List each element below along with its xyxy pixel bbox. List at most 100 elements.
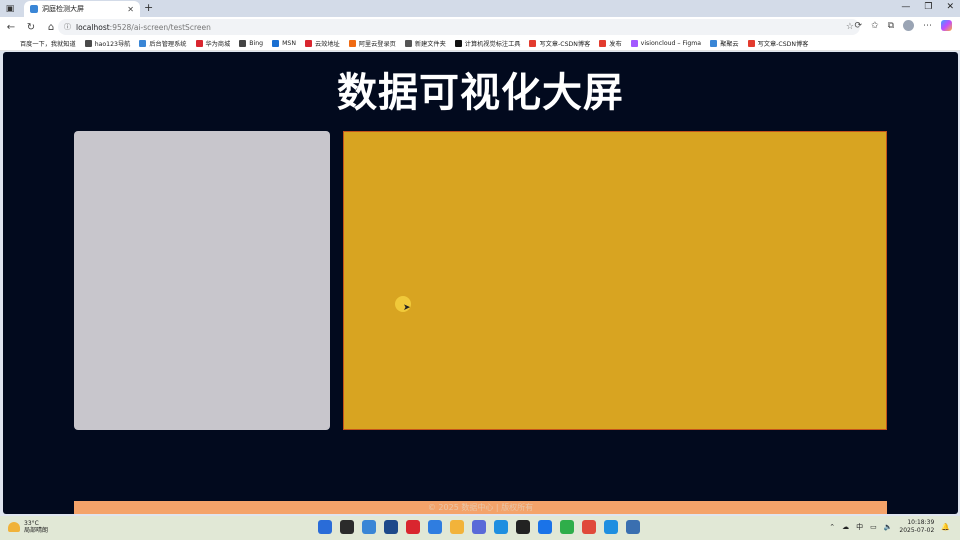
volume-icon[interactable]: 🔈: [884, 523, 893, 531]
bookmark-icon: [10, 40, 17, 47]
page-title: 数据可视化大屏: [337, 70, 624, 116]
tab-favicon-icon: [30, 5, 38, 13]
bookmark-item[interactable]: Bing: [239, 40, 263, 47]
browser-toolbar: ← ↻ ⌂ ⓘ localhost :9528/ai-screen/testSc…: [0, 17, 960, 37]
bookmark-label: 百度一下，我就知道: [20, 41, 76, 48]
site-info-icon[interactable]: ⓘ: [64, 22, 71, 32]
clock[interactable]: 10:18:39 2025-07-02: [899, 519, 934, 535]
taskbar-app-icon[interactable]: [362, 520, 376, 534]
bookmark-icon: [747, 40, 755, 47]
bookmarks-bar: 百度一下，我就知道 hao123导航 后台管理系统 华为商城 Bing MSN 云效地址 阿里…: [0, 37, 960, 51]
bookmark-icon: [404, 40, 412, 47]
page-footer: © 2025 数据中心 | 版权所有: [74, 501, 887, 514]
bookmark-label: 后台管理系统: [149, 41, 187, 48]
bookmark-label: 写文章-CSDN博客: [539, 41, 591, 48]
bookmark-label: 计算机视觉标注工具: [464, 41, 521, 48]
bookmark-label: visioncloud – Figma: [640, 40, 702, 47]
ime-indicator[interactable]: 中: [856, 522, 863, 532]
favorite-star-icon[interactable]: ☆: [846, 22, 854, 32]
weather-temperature: 33°C: [24, 520, 39, 527]
taskbar-app-icon[interactable]: [604, 520, 618, 534]
tab-actions-icon[interactable]: ▣: [0, 0, 20, 17]
bookmark-icon: [348, 40, 356, 47]
taskbar-app-icon[interactable]: [450, 520, 464, 534]
weather-widget[interactable]: 33°C 局部晴朗: [8, 520, 48, 534]
bookmark-label: 写文章-CSDN博客: [757, 41, 809, 48]
copilot-icon[interactable]: [941, 20, 952, 31]
collections-icon[interactable]: ⧉: [888, 21, 894, 31]
back-arrow-icon[interactable]: ←: [2, 22, 20, 33]
browser-tab-bar: ▣ 洞庭检测大屏 ✕ + — ❐ ✕: [0, 0, 960, 17]
bookmark-item[interactable]: hao123导航: [84, 39, 131, 48]
taskbar-app-icon[interactable]: [626, 520, 640, 534]
more-menu-icon[interactable]: ⋯: [923, 21, 932, 31]
clock-date: 2025-07-02: [899, 527, 935, 534]
refresh-icon[interactable]: ↻: [22, 22, 40, 33]
page-viewport: 数据可视化大屏 ➤ © 2025 数据中心 | 版权所有: [3, 52, 958, 514]
tab-title: 洞庭检测大屏: [42, 5, 84, 13]
right-panel: [343, 131, 887, 430]
bookmark-item[interactable]: 写文章-CSDN博客: [529, 39, 590, 48]
bookmark-label: 发布: [609, 41, 622, 48]
bookmark-label: 聚聚云: [720, 41, 739, 48]
browser-tab[interactable]: 洞庭检测大屏 ✕: [24, 1, 140, 17]
bookmark-item[interactable]: visioncloud – Figma: [630, 40, 702, 47]
bookmark-icon: [454, 40, 462, 47]
taskbar-app-icon[interactable]: [472, 520, 486, 534]
taskbar-app-icon[interactable]: [494, 520, 508, 534]
taskbar-app-icon[interactable]: [318, 520, 332, 534]
weather-condition: 局部晴朗: [24, 527, 49, 534]
network-icon[interactable]: ▭: [870, 523, 877, 531]
tray-expand-icon[interactable]: ⌃: [829, 523, 835, 531]
close-window-button[interactable]: ✕: [946, 2, 954, 12]
bookmark-icon: [195, 40, 203, 47]
bookmark-label: 云效地址: [314, 41, 340, 48]
bookmark-item[interactable]: 百度一下，我就知道: [10, 39, 76, 48]
bookmark-item[interactable]: 聚聚云: [710, 39, 739, 48]
taskbar-app-icon[interactable]: [428, 520, 442, 534]
bookmark-item[interactable]: 华为商城: [195, 39, 230, 48]
taskbar-app-icon[interactable]: [406, 520, 420, 534]
taskbar-app-icon[interactable]: [384, 520, 398, 534]
taskbar-app-icon[interactable]: [516, 520, 530, 534]
bookmark-icon: [710, 40, 718, 47]
bookmark-item[interactable]: 阿里云登录页: [348, 39, 396, 48]
bookmark-item[interactable]: 计算机视觉标注工具: [454, 39, 521, 48]
bookmark-item[interactable]: 写文章-CSDN博客: [747, 39, 809, 48]
system-tray: ⌃ ☁ 中 ▭ 🔈 10:18:39 2025-07-02 🔔: [829, 519, 950, 535]
address-bar[interactable]: ⓘ localhost :9528/ai-screen/testScreen ☆: [58, 19, 860, 35]
profile-avatar[interactable]: [903, 20, 914, 31]
bookmark-item[interactable]: 后台管理系统: [139, 39, 187, 48]
bookmark-icon: [599, 40, 607, 47]
notification-icon[interactable]: 🔔: [941, 523, 950, 531]
taskbar-apps: [318, 520, 640, 534]
bookmark-label: 新建文件夹: [414, 41, 446, 48]
cloud-icon[interactable]: ☁: [842, 523, 849, 531]
bookmark-icon: [239, 40, 247, 47]
bookmark-icon: [272, 40, 280, 47]
tab-close-icon[interactable]: ✕: [127, 5, 134, 14]
favorites-icon[interactable]: ✩: [871, 21, 879, 31]
taskbar-app-icon[interactable]: [582, 520, 596, 534]
bookmark-item[interactable]: 新建文件夹: [404, 39, 446, 48]
bookmark-label: hao123导航: [94, 41, 131, 48]
taskbar-app-icon[interactable]: [538, 520, 552, 534]
taskbar: 33°C 局部晴朗 ⌃ ☁ 中 ▭ 🔈 10:18:39 2025-07-02 …: [0, 516, 960, 540]
bookmark-item[interactable]: 发布: [599, 39, 622, 48]
extensions-icon[interactable]: ⟳: [854, 21, 862, 31]
minimize-button[interactable]: —: [901, 2, 910, 12]
taskbar-app-icon[interactable]: [340, 520, 354, 534]
bookmark-item[interactable]: MSN: [272, 40, 296, 47]
bookmark-icon: [630, 40, 638, 47]
bookmark-label: 阿里云登录页: [358, 41, 396, 48]
window-controls: — ❐ ✕: [901, 2, 954, 12]
maximize-button[interactable]: ❐: [924, 2, 932, 12]
toolbar-right-icons: ⟳ ✩ ⧉ ⋯: [854, 20, 952, 31]
url-path: :9528/ai-screen/testScreen: [109, 22, 211, 32]
bookmark-icon: [84, 40, 92, 47]
url-host: localhost: [76, 22, 110, 32]
bookmark-icon: [304, 40, 312, 47]
taskbar-app-icon[interactable]: [560, 520, 574, 534]
new-tab-button[interactable]: +: [144, 1, 153, 14]
bookmark-item[interactable]: 云效地址: [304, 39, 340, 48]
